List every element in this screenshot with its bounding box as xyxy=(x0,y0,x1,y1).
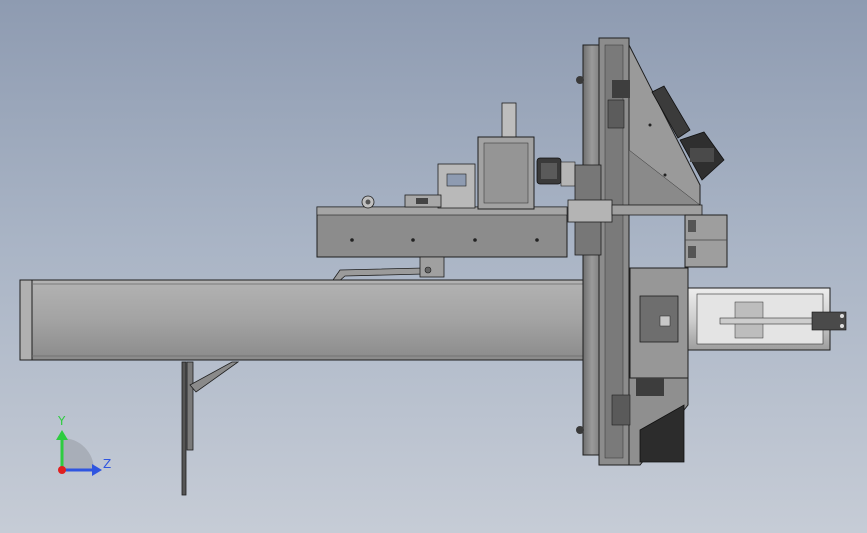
main-arm-beam xyxy=(19,279,639,361)
support-leg xyxy=(181,361,240,496)
cad-viewport[interactable]: Y Z xyxy=(0,0,867,533)
axis-triad xyxy=(56,430,102,476)
motor-assembly xyxy=(361,102,576,210)
x-axis-dot xyxy=(58,466,66,474)
linear-carriage xyxy=(316,206,568,278)
end-cylinder xyxy=(629,267,847,379)
z-axis-label: Z xyxy=(103,457,112,471)
assembly-drawing xyxy=(19,37,847,496)
y-axis-label: Y xyxy=(58,414,66,428)
